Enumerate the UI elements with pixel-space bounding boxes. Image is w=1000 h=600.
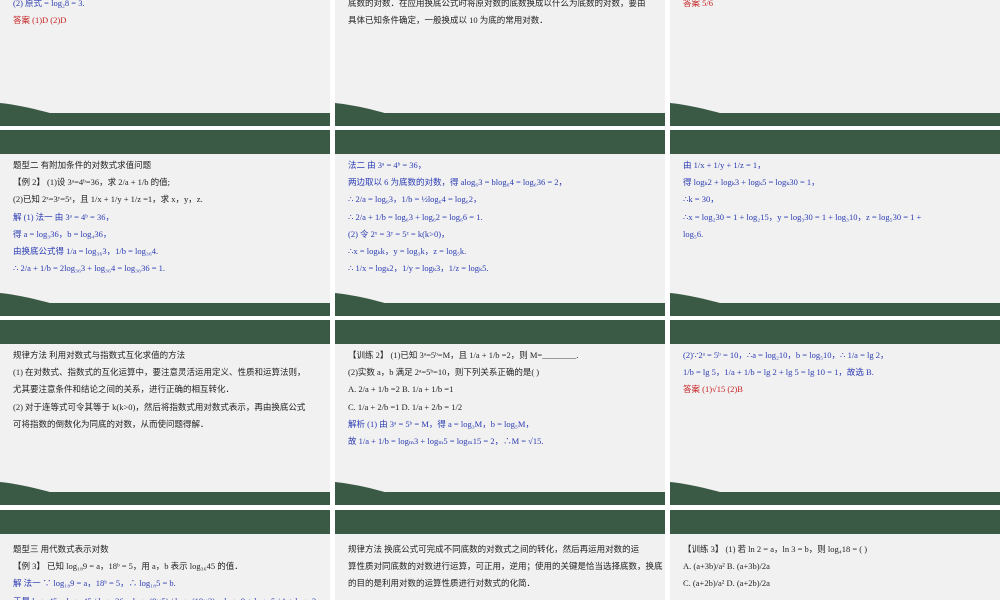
slide-text-line: log₅6.	[683, 228, 704, 239]
slide-text-line: 由换底公式得 1/a = log₃₆3，1/b = log₃₆4.	[13, 245, 159, 256]
slide-header-bar	[335, 130, 665, 154]
slide-text-line: 【训练 2】 (1)已知 3ᵃ=5ᵇ=M，且 1/a + 1/b =2，则 M=…	[348, 350, 579, 360]
footer-curve-ornament	[0, 482, 70, 498]
slide-text-line: 1/b = lg 5，1/a + 1/b = lg 2 + lg 5 = lg …	[683, 367, 874, 378]
slide-text-line: C. 1/a + 2/b =1 D. 1/a + 2/b = 1/2	[348, 401, 463, 412]
slide-content: (2) 原式 = log₂8 = 3. 答案 (1)D (2)D	[13, 0, 322, 32]
footer-curve-ornament	[335, 103, 405, 119]
slide-content: 规律方法 利用对数式与指数式互化求值的方法 (1) 在对数式、指数式的互化运算中，…	[13, 350, 322, 436]
slide-content: 规律方法 换底公式可完成不同底数的对数式之间的转化，然后再运用对数的运算性质对同…	[348, 544, 663, 596]
slide-content: 【训练 2】 (1)已知 3ᵃ=5ᵇ=M，且 1/a + 1/b =2，则 M=…	[348, 350, 657, 453]
slide-text-line: ∴ 1/x = logₖ2，1/y = logₖ3，1/z = logₖ5.	[348, 263, 489, 274]
footer-curve-ornament	[335, 482, 405, 498]
footer-curve-ornament	[0, 293, 70, 309]
slide-text-line: 底数的对数．在应用换底公式时将原对数的底数换成以什么为底数的对数，要由	[348, 0, 646, 8]
slide-thumbnail[interactable]: 规律方法 换底公式可完成不同底数的对数式之间的转化，然后再运用对数的运算性质对同…	[335, 510, 665, 600]
slide-text-line: 算性质对同底数的对数进行运算，可正用，逆用；使用的关键是恰当选择底数，换底	[348, 561, 663, 572]
slide-text-line: 故 1/a + 1/b = logₘ3 + logₘ5 = logₘ15 = 2…	[348, 435, 544, 446]
slide-text-line: 得 logₖ2 + logₖ3 + logₖ5 = logₖ30 = 1，	[683, 177, 820, 188]
slide-text-line: (2)已知 2ˣ=3ʸ=5ᶻ，且 1/x + 1/y + 1/z =1，求 x，…	[13, 194, 203, 205]
slide-text-line: 两边取以 6 为底数的对数，得 alog₆3 = blog₆4 = log₆36…	[348, 177, 568, 188]
slide-text-line: 具体已知条件确定，一般换成以 10 为底的常用对数．	[348, 15, 548, 26]
slide-text-line: ∴ 2/a + 1/b = log₆3 + log₆2 = log₆6 = 1.	[348, 211, 483, 222]
slide-content: 题型三 用代数式表示对数【例 3】 已知 log₁₈9 = a，18ᵇ = 5，…	[13, 544, 322, 600]
slide-text-line: 由 1/x + 1/y + 1/z = 1，	[683, 160, 766, 170]
slide-header-bar	[670, 130, 1000, 154]
slide-content: 题型二 有附加条件的对数式求值问题【例 2】 (1)设 3ᵃ=4ᵇ=36，求 2…	[13, 160, 322, 280]
slide-text-line: A. 2/a + 1/b =2 B. 1/a + 1/b =1	[348, 384, 454, 395]
slide-thumbnail[interactable]: 法二 由 3ᵃ = 4ᵇ = 36， 两边取以 6 为底数的对数，得 alog₆3…	[335, 130, 665, 316]
slide-content: 底数的对数．在应用换底公式时将原对数的底数换成以什么为底数的对数，要由 具体已知条…	[348, 0, 657, 32]
slide-text-line: (1) 在对数式、指数式的互化运算中，要注意灵活运用定义、性质和运算法则，	[13, 367, 306, 378]
slide-text-line: ∴x = log₂30 = 1 + log₂15，y = log₃30 = 1 …	[683, 211, 922, 222]
slide-text-line: 法二 由 3ᵃ = 4ᵇ = 36，	[348, 160, 427, 170]
slide-thumbnail[interactable]: 由 1/x + 1/y + 1/z = 1， 得 logₖ2 + logₖ3 + …	[670, 130, 1000, 316]
slide-text-line: 规律方法 利用对数式与指数式互化求值的方法	[13, 350, 186, 360]
slide-thumbnail[interactable]: 题型三 用代数式表示对数【例 3】 已知 log₁₈9 = a，18ᵇ = 5，…	[0, 510, 330, 600]
slide-header-bar	[670, 510, 1000, 534]
slide-text-line: 解 法一 ∵ log₁₈9 = a，18ᵇ = 5，∴ log₁₈5 = b.	[13, 578, 176, 589]
slide-thumbnail[interactable]: 【训练 2】 (1)已知 3ᵃ=5ᵇ=M，且 1/a + 1/b =2，则 M=…	[335, 320, 665, 505]
slide-text-line: ∴k = 30，	[683, 194, 719, 205]
slide-header-bar	[0, 130, 330, 154]
footer-curve-ornament	[670, 293, 740, 309]
slide-text-line: 题型三 用代数式表示对数	[13, 544, 109, 554]
footer-curve-ornament	[670, 482, 740, 498]
slide-text-line: 【训练 3】 (1) 若 ln 2 = a，ln 3 = b，则 log₄18 …	[683, 544, 868, 554]
slide-text-line: (2) 令 2ˣ = 3ʸ = 5ᶻ = k(k>0)，	[348, 228, 450, 239]
slide-text-line: 【例 3】 已知 log₁₈9 = a，18ᵇ = 5，用 a，b 表示 log…	[13, 561, 243, 572]
slide-thumbnail[interactable]: (2) 原式 = log₂8 = 3. 答案 (1)D (2)D	[0, 0, 330, 126]
slide-header-bar	[335, 510, 665, 534]
slide-content: 【训练 3】 (1) 若 ln 2 = a，ln 3 = b，则 log₄18 …	[683, 544, 992, 596]
slide-thumbnail[interactable]: 【训练 3】 (1) 若 ln 2 = a，ln 3 = b，则 log₄18 …	[670, 510, 1000, 600]
slide-text-line: ∴ 2/a = log₆3，1/b = ½log₆4 = log₆2，	[348, 194, 482, 205]
slide-text-line: 【例 2】 (1)设 3ᵃ=4ᵇ=36，求 2/a + 1/b 的值;	[13, 177, 170, 188]
slide-header-bar	[0, 510, 330, 534]
slide-text-line: 答案 (1)√15 (2)B	[683, 384, 743, 395]
slide-text-line: (2)实数 a，b 满足 2ᵃ=5ᵇ=10，则下列关系正确的是( )	[348, 367, 540, 378]
slide-content: 答案 5/6	[683, 0, 992, 15]
footer-curve-ornament	[335, 293, 405, 309]
slide-text-line: C. (a+2b)/a² D. (a+2b)/2a	[683, 578, 770, 589]
slide-text-line: ∴ 2/a + 1/b = 2log₃₆3 + log₃₆4 = log₃₆36…	[13, 263, 165, 274]
slide-text-line: 规律方法 换底公式可完成不同底数的对数式之间的转化，然后再运用对数的运	[348, 544, 640, 554]
slide-header-bar	[670, 320, 1000, 344]
slide-header-bar	[0, 320, 330, 344]
slide-text-line: 于是 log₃₆45 = log₁₈45 / log₁₈36 = log₁₈(9…	[13, 596, 322, 600]
slide-content: 由 1/x + 1/y + 1/z = 1， 得 logₖ2 + logₖ3 + …	[683, 160, 992, 246]
slide-text-line: 得 a = log₃36，b = log₄36，	[13, 228, 112, 239]
slide-text-line: 答案 5/6	[683, 0, 713, 8]
slide-text-line: 解析 (1) 由 3ᵃ = 5ᵇ = M，得 a = log₃M，b = log…	[348, 418, 534, 429]
slide-text-line: ∴x = logₖk，y = log₃k，z = log₅k.	[348, 245, 467, 256]
slide-text-line: (2)∵2ᵃ = 5ᵇ = 10，∴a = log₂10，b = log₅10，…	[683, 350, 889, 360]
slide-text-line: (2) 原式 = log₂8 = 3.	[13, 0, 85, 8]
slide-text-line: 答案 (1)D (2)D	[13, 15, 67, 26]
slide-text-line: 尤其要注意条件和结论之间的关系，进行正确的相互转化．	[13, 384, 235, 395]
footer-curve-ornament	[670, 103, 740, 119]
slide-text-line: 解 (1) 法一 由 3ᵃ = 4ᵇ = 36，	[13, 211, 114, 222]
slide-header-bar	[335, 320, 665, 344]
slide-content: 法二 由 3ᵃ = 4ᵇ = 36， 两边取以 6 为底数的对数，得 alog₆3…	[348, 160, 657, 280]
footer-curve-ornament	[0, 103, 70, 119]
slide-text-line: (2) 对于连等式可令其等于 k(k>0)，然后将指数式用对数式表示，再由换底公…	[13, 401, 306, 412]
slide-thumbnail[interactable]: (2)∵2ᵃ = 5ᵇ = 10，∴a = log₂10，b = log₅10，…	[670, 320, 1000, 505]
slide-thumbnail[interactable]: 底数的对数．在应用换底公式时将原对数的底数换成以什么为底数的对数，要由 具体已知条…	[335, 0, 665, 126]
slide-text-line: A. (a+3b)/a² B. (a+3b)/2a	[683, 561, 770, 572]
slide-thumbnail[interactable]: 题型二 有附加条件的对数式求值问题【例 2】 (1)设 3ᵃ=4ᵇ=36，求 2…	[0, 130, 330, 316]
slide-text-line: 可将指数的倒数化为同底的对数，从而使问题得解．	[13, 418, 209, 429]
slide-text-line: 题型二 有附加条件的对数式求值问题	[13, 160, 152, 170]
slide-content: (2)∵2ᵃ = 5ᵇ = 10，∴a = log₂10，b = log₅10，…	[683, 350, 992, 402]
slide-text-line: 的目的是利用对数的运算性质进行对数式的化简．	[348, 578, 536, 589]
slide-thumbnail[interactable]: 答案 5/6	[670, 0, 1000, 126]
slide-thumbnail[interactable]: 规律方法 利用对数式与指数式互化求值的方法 (1) 在对数式、指数式的互化运算中，…	[0, 320, 330, 505]
